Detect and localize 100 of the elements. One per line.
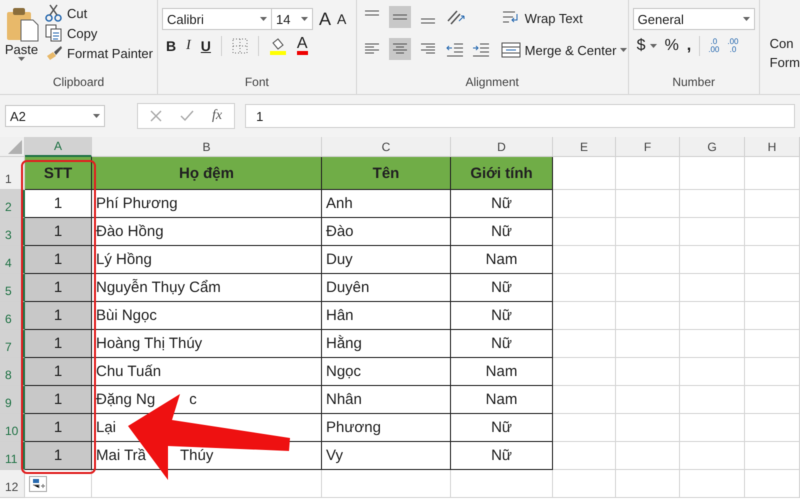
font-size-field[interactable]: 14	[271, 8, 313, 30]
caret-icon	[301, 17, 308, 21]
percent-button[interactable]: %	[664, 37, 679, 55]
table-cell: Đặng Ng	[96, 391, 156, 408]
name-box[interactable]: A2	[5, 105, 105, 127]
horizontal-align-icon[interactable]	[388, 38, 411, 60]
empty-cell	[680, 414, 745, 442]
table-cell: 1	[25, 302, 92, 330]
empty-cell	[616, 358, 680, 386]
table-cell: Mai Trầ	[96, 447, 146, 464]
row-header[interactable]: 7	[0, 330, 25, 358]
bold-button[interactable]: B	[166, 38, 176, 54]
scissors-icon	[45, 4, 64, 22]
row-header[interactable]: 9	[0, 386, 25, 414]
copy-button[interactable]: Copy	[45, 24, 153, 42]
empty-cell	[553, 302, 616, 330]
table-cell: Phí Phương	[96, 195, 178, 212]
cut-button[interactable]: Cut	[45, 4, 153, 22]
number-format-field[interactable]: General	[632, 8, 755, 30]
underline-button[interactable]: U	[200, 38, 211, 54]
font-color-button[interactable]: A	[296, 37, 308, 55]
table-cell: Phương	[322, 414, 451, 442]
column-header[interactable]: H	[745, 137, 800, 157]
column-header[interactable]: D	[451, 137, 553, 157]
caret-icon[interactable]	[650, 44, 657, 48]
table-cell: Duy	[322, 246, 451, 274]
table-cell: 1	[25, 330, 92, 358]
empty-cell	[616, 157, 680, 190]
decrease-decimal-button[interactable]: .00 .0	[727, 38, 738, 54]
column-header[interactable]: F	[616, 137, 680, 157]
group-label: Font	[244, 75, 270, 89]
column-header[interactable]: B	[92, 137, 322, 157]
empty-cell	[616, 246, 680, 274]
caret-icon	[260, 17, 267, 21]
vertical-align-icon[interactable]	[388, 6, 411, 28]
table-cell: Anh	[322, 190, 451, 218]
header-cell: Giới tính	[451, 157, 553, 190]
empty-cell	[745, 246, 800, 274]
empty-cell	[680, 302, 745, 330]
empty-cell	[680, 190, 745, 218]
clipboard-icon	[4, 6, 38, 42]
row-header[interactable]: 1	[0, 157, 25, 190]
table-cell: Vy	[322, 442, 451, 470]
empty-cell	[745, 157, 800, 190]
wrap-text-button[interactable]: Wrap Text	[500, 9, 628, 27]
borders-icon[interactable]	[232, 38, 248, 54]
table-cell: Duyên	[322, 274, 451, 302]
table-cell: Nguyễn Thụy Cẩm	[96, 279, 221, 296]
format-painter-button[interactable]: Format Painter	[45, 44, 153, 62]
table-cell: Đào	[322, 218, 451, 246]
insert-function-button[interactable]: fx	[212, 108, 222, 124]
conditional-formatting-button[interactable]: Con Form	[760, 0, 800, 94]
empty-cell	[616, 442, 680, 470]
comma-button[interactable]: ,	[686, 37, 692, 55]
caret-icon	[742, 17, 750, 21]
row-header[interactable]: 5	[0, 274, 25, 302]
table-cell: 1	[25, 386, 92, 414]
row-header[interactable]: 11	[0, 442, 25, 470]
shrink-font-button[interactable]: A	[337, 11, 346, 27]
row-header[interactable]: 8	[0, 358, 25, 386]
empty-cell	[680, 157, 745, 190]
row-header[interactable]: 4	[0, 246, 25, 274]
increase-decimal-button[interactable]: .0 .00	[708, 38, 720, 54]
empty-cell	[745, 414, 800, 442]
row-header[interactable]: 12	[0, 470, 25, 498]
row-header[interactable]: 6	[0, 302, 25, 330]
column-header[interactable]: E	[553, 137, 616, 157]
brush-icon	[45, 44, 64, 62]
column-header[interactable]: C	[322, 137, 451, 157]
empty-cell	[553, 414, 616, 442]
empty-cell	[553, 218, 616, 246]
formula-field[interactable]: 1	[245, 104, 795, 128]
row-header[interactable]: 3	[0, 218, 25, 246]
column-header[interactable]: G	[680, 137, 745, 157]
table-cell: Lý Hồng	[96, 251, 152, 268]
merge-center-button[interactable]: Merge & Center	[500, 41, 628, 59]
empty-cell	[745, 330, 800, 358]
empty-cell	[745, 190, 800, 218]
empty-cell	[745, 442, 800, 470]
row-header[interactable]: 2	[0, 190, 25, 218]
fill-color-icon[interactable]	[268, 37, 287, 55]
currency-button[interactable]: $	[636, 37, 646, 55]
table-cell: Nữ	[451, 274, 553, 302]
quick-analysis-icon[interactable]	[29, 476, 47, 492]
empty-cell	[745, 218, 800, 246]
row-header[interactable]: 10	[0, 414, 25, 442]
italic-button[interactable]: I	[186, 38, 191, 54]
paste-button[interactable]: Paste	[4, 4, 40, 62]
empty-cell	[553, 274, 616, 302]
empty-cell	[616, 302, 680, 330]
empty-cell	[553, 470, 616, 498]
empty-cell	[745, 274, 800, 302]
column-header[interactable]: A	[25, 137, 92, 157]
table-cell: Hằng	[322, 330, 451, 358]
empty-cell	[616, 470, 680, 498]
grow-font-button[interactable]: A	[319, 8, 332, 30]
table-cell: Bùi Ngọc	[96, 307, 157, 324]
empty-cell	[616, 274, 680, 302]
font-name-field[interactable]: Calibri	[162, 8, 272, 30]
table-cell: Chu Tuấn	[96, 363, 162, 380]
